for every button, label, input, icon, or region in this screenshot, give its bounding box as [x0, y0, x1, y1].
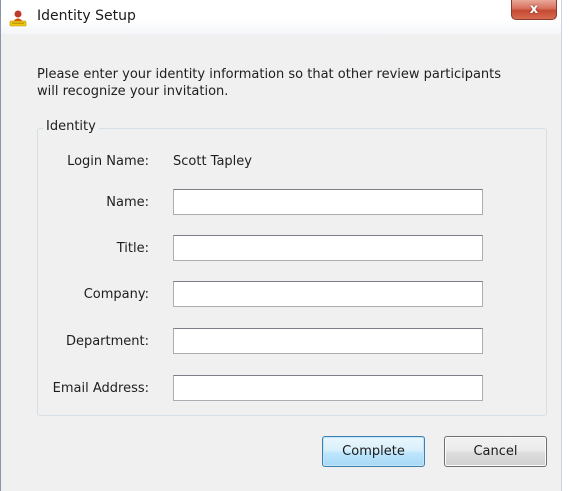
email-label: Email Address:	[52, 381, 149, 396]
identity-groupbox	[37, 128, 547, 416]
department-label: Department:	[65, 334, 149, 349]
title-field[interactable]	[173, 235, 483, 261]
identity-group-label: Identity	[43, 119, 99, 134]
complete-button[interactable]: Complete	[322, 436, 425, 467]
login-name-label: Login Name:	[67, 154, 149, 169]
company-field[interactable]	[173, 281, 483, 307]
close-button[interactable]: x	[511, 0, 557, 20]
window-title: Identity Setup	[37, 8, 136, 24]
name-label: Name:	[106, 195, 149, 210]
cancel-button-label: Cancel	[473, 444, 518, 459]
complete-button-label: Complete	[342, 444, 405, 459]
intro-text: Please enter your identity information s…	[37, 67, 502, 99]
department-field[interactable]	[173, 328, 483, 354]
identity-app-icon	[9, 10, 27, 27]
title-label: Title:	[116, 241, 149, 256]
company-label: Company:	[83, 287, 149, 302]
email-field[interactable]	[173, 375, 483, 401]
close-icon: x	[529, 2, 539, 17]
identity-setup-dialog: Identity Setup x Please enter your ident…	[0, 0, 562, 491]
login-name-value: Scott Tapley	[173, 154, 252, 169]
title-bar[interactable]: Identity Setup x	[1, 0, 561, 34]
name-field[interactable]	[173, 189, 483, 215]
cancel-button[interactable]: Cancel	[444, 436, 547, 467]
